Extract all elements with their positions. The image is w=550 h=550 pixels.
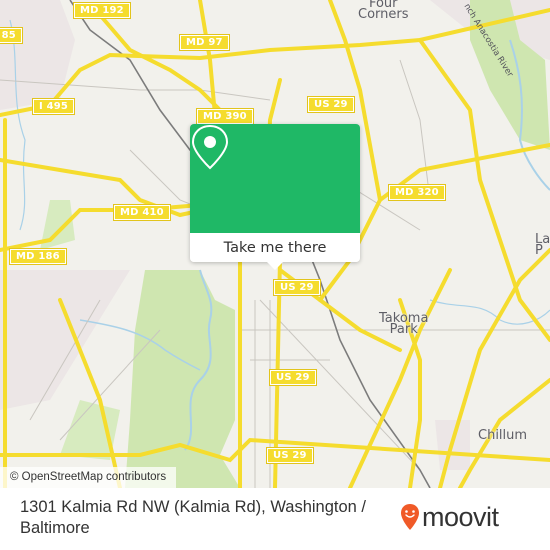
footer: 1301 Kalmia Rd NW (Kalmia Rd), Washingto… (0, 488, 550, 550)
route-shield-md-186: MD 186 (9, 248, 67, 265)
route-shield-i-85: I 85 (0, 27, 23, 44)
urban-area (0, 0, 75, 110)
route-shield-us-29: US 29 (269, 369, 317, 386)
logo-wordmark: moovit (422, 502, 499, 532)
route-shield-md-390: MD 390 (196, 108, 254, 125)
route-shield-md-97: MD 97 (179, 34, 230, 51)
place-label-chillum: Chillum (478, 428, 528, 443)
route-shield-us-29: US 29 (273, 279, 321, 296)
route-shield-md-410: MD 410 (113, 204, 171, 221)
route-shield-md-320: MD 320 (388, 184, 446, 201)
route-shield-us-29: US 29 (266, 447, 314, 464)
route-shield-i-495: I 495 (31, 98, 76, 115)
place-label-line: Chillum (478, 428, 528, 443)
stream (429, 299, 550, 325)
popup-header[interactable] (190, 124, 360, 233)
place-label-langley-park: La P (535, 233, 550, 257)
route-shield-us-29: US 29 (307, 96, 355, 113)
urban-area (0, 270, 130, 410)
map-canvas[interactable]: MD 192 I 85 MD 97 I 495 MD 390 US 29 MD … (0, 0, 550, 488)
take-me-there-button[interactable]: Take me there (190, 233, 360, 262)
moovit-logo[interactable]: moovit (400, 502, 499, 532)
moovit-pin-icon (401, 504, 419, 530)
address-text: 1301 Kalmia Rd NW (Kalmia Rd), Washingto… (20, 498, 367, 537)
map-attribution[interactable]: © OpenStreetMap contributors (0, 467, 177, 488)
popup-pointer (267, 262, 283, 270)
destination-popup[interactable]: Take me there (190, 124, 360, 270)
place-label-takoma-park: Takoma Park (379, 312, 428, 336)
place-label-four-corners: Four Corners (358, 0, 409, 22)
route-shield-md-192: MD 192 (73, 2, 131, 19)
place-label-line: Corners (358, 7, 409, 22)
map-pin-icon (191, 124, 229, 170)
